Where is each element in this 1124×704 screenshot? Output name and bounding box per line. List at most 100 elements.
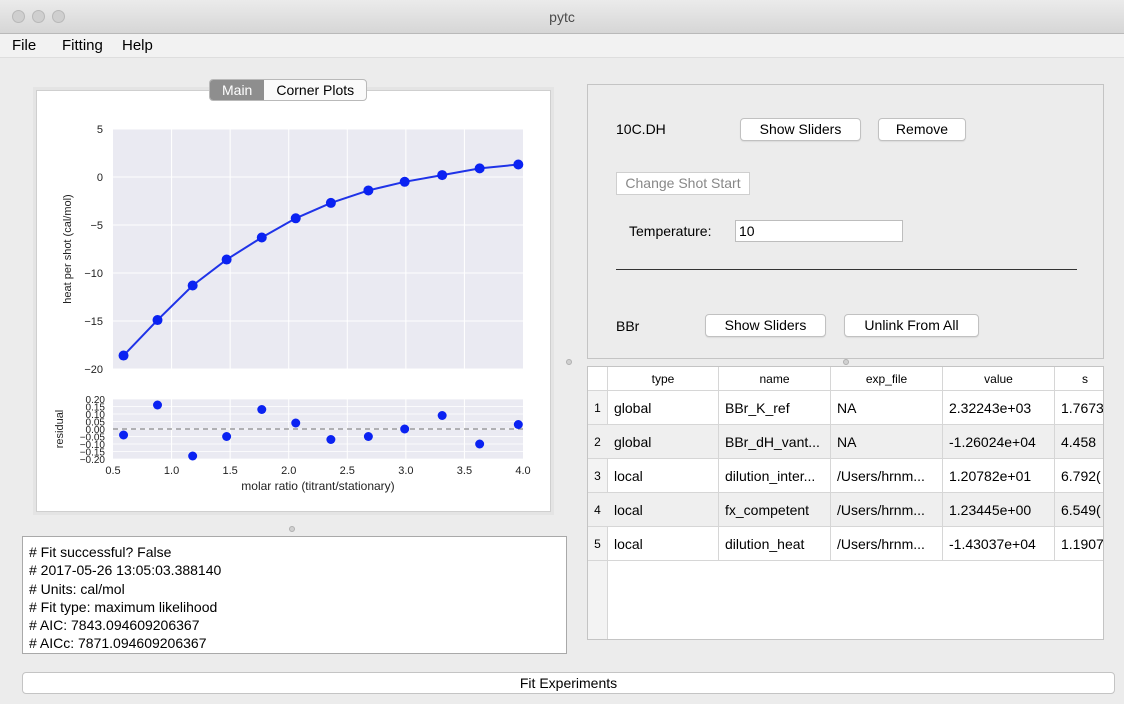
data-point: [513, 159, 524, 170]
remove-button[interactable]: Remove: [878, 118, 966, 141]
table-cell-name[interactable]: dilution_heat: [719, 527, 831, 561]
data-point: [118, 350, 129, 361]
data-point: [221, 254, 232, 265]
table-cell-value[interactable]: -1.26024e+04: [943, 425, 1055, 459]
plot-tabs: Main Corner Plots: [209, 79, 368, 101]
log-line: # Units: cal/mol: [29, 580, 125, 597]
table-cell-s[interactable]: 1.7673: [1055, 391, 1103, 425]
global-show-sliders-button[interactable]: Show Sliders: [705, 314, 826, 337]
table-cell-type[interactable]: local: [608, 459, 719, 493]
x-tick-label: 1.5: [222, 465, 237, 477]
data-point: [256, 232, 267, 243]
main-y-tick-label: 0: [97, 172, 103, 184]
column-header-exp-file[interactable]: exp_file: [831, 367, 943, 391]
table-cell-s[interactable]: 1.1907: [1055, 527, 1103, 561]
fit-experiments-button[interactable]: Fit Experiments: [22, 672, 1115, 694]
x-tick-label: 3.5: [457, 465, 472, 477]
residual-point: [291, 418, 301, 428]
menu-help[interactable]: Help: [122, 37, 153, 54]
table-cell-exp-file[interactable]: NA: [831, 425, 943, 459]
table-cell-exp-file[interactable]: /Users/hrnm...: [831, 527, 943, 561]
tab-main[interactable]: Main: [210, 80, 265, 100]
table-cell-s[interactable]: 4.458: [1055, 425, 1103, 459]
row-number[interactable]: 1: [588, 391, 607, 425]
plot-panel: 5 0 −5 −10 −15 −20 heat per shot (cal/mol) 0.20…: [36, 90, 551, 512]
row-number[interactable]: 5: [588, 527, 607, 561]
column-header-s[interactable]: s: [1055, 367, 1103, 391]
row-number[interactable]: 4: [588, 493, 607, 527]
change-shot-start-button[interactable]: Change Shot Start: [616, 172, 750, 195]
main-y-tick-label: −10: [84, 268, 103, 280]
table-cell-s[interactable]: 6.792(: [1055, 459, 1103, 493]
residual-point: [257, 405, 267, 414]
table-row[interactable]: 5 local dilution_heat/Users/hrnm... -1.4303…: [588, 527, 1103, 561]
window-title: pytc: [549, 9, 575, 25]
residual-point: [475, 439, 485, 449]
main-y-tick-label: −20: [84, 364, 103, 376]
table-cell-exp-file[interactable]: NA: [831, 391, 943, 425]
experiment-name: 10C.DH: [616, 121, 666, 137]
table-cell-name[interactable]: BBr_K_ref: [719, 391, 831, 425]
title-bar: pytc: [0, 0, 1124, 34]
table-cell-name[interactable]: BBr_dH_vant...: [719, 425, 831, 459]
table-cell-value[interactable]: 1.20782e+01: [943, 459, 1055, 493]
table-cell-value[interactable]: 1.23445e+00: [943, 493, 1055, 527]
tab-corner-plots[interactable]: Corner Plots: [264, 80, 366, 100]
log-line: # AIC: 7843.094609206367: [29, 617, 200, 634]
residual-point: [363, 432, 373, 441]
data-point: [325, 197, 336, 208]
table-row[interactable]: 3 local dilution_inter.../Users/hrnm... 1.2…: [588, 459, 1103, 493]
residual-point: [400, 424, 410, 434]
data-point: [363, 185, 374, 196]
x-tick-label: 0.5: [105, 465, 120, 477]
main-y-tick-label: −5: [90, 220, 103, 232]
residual-point: [437, 411, 447, 420]
x-tick-label: 3.0: [398, 465, 413, 477]
show-sliders-button[interactable]: Show Sliders: [740, 118, 861, 141]
row-number[interactable]: 2: [588, 425, 607, 459]
column-header-type[interactable]: type: [608, 367, 719, 391]
table-header: type name exp_file value s: [588, 367, 1103, 391]
column-header-name[interactable]: name: [719, 367, 831, 391]
menu-fitting[interactable]: Fitting: [62, 37, 103, 54]
log-line: # AICc: 7871.094609206367: [29, 635, 207, 652]
table-cell-name[interactable]: dilution_inter...: [719, 459, 831, 493]
main-y-axis-label: heat per shot (cal/mol): [62, 194, 74, 303]
corner-header: [588, 367, 608, 391]
residual-point: [222, 432, 232, 441]
table-cell-value[interactable]: -1.43037e+04: [943, 527, 1055, 561]
table-cell-type[interactable]: local: [608, 527, 719, 561]
fit-log-output[interactable]: # Fit successful? False # 2017-05-26 13:…: [22, 536, 567, 654]
data-point: [290, 213, 301, 224]
x-axis-label: molar ratio (titrant/stationary): [241, 479, 394, 493]
splitter-handle-middle[interactable]: [566, 359, 572, 365]
residual-point: [513, 420, 523, 429]
column-header-value[interactable]: value: [943, 367, 1055, 391]
row-number[interactable]: 3: [588, 459, 607, 493]
table-row[interactable]: 2 global BBr_dH_vant... NA -1.26024e+04 4.458: [588, 425, 1103, 459]
table-cell-value[interactable]: 2.32243e+03: [943, 391, 1055, 425]
table-cell-exp-file[interactable]: /Users/hrnm...: [831, 459, 943, 493]
data-point: [187, 280, 198, 291]
table-cell-name[interactable]: fx_competent: [719, 493, 831, 527]
log-line: # Fit type: maximum likelihood: [29, 598, 218, 615]
unlink-from-all-button[interactable]: Unlink From All: [844, 314, 979, 337]
menu-file[interactable]: File: [12, 37, 36, 54]
residual-point: [153, 400, 163, 410]
table-cell-type[interactable]: global: [608, 425, 719, 459]
table-row[interactable]: 1 global BBr_K_ref NA 2.32243e+03 1.7673: [588, 391, 1103, 425]
data-point: [152, 315, 163, 326]
residual-y-axis-label: residual: [54, 410, 66, 449]
table-row[interactable]: 4 local fx_competent/Users/hrnm... 1.23445e…: [588, 493, 1103, 527]
splitter-handle-right[interactable]: [843, 359, 849, 365]
table-cell-type[interactable]: local: [608, 493, 719, 527]
parameter-table: type name exp_file value s 1 global BBr_K_…: [587, 366, 1104, 640]
data-point: [437, 170, 448, 181]
table-cell-exp-file[interactable]: /Users/hrnm...: [831, 493, 943, 527]
table-cell-type[interactable]: global: [608, 391, 719, 425]
residual-point: [119, 430, 129, 440]
table-cell-s[interactable]: 6.549(: [1055, 493, 1103, 527]
menu-bar: File Fitting Help: [0, 34, 1124, 58]
temperature-input[interactable]: [735, 220, 903, 242]
splitter-handle-left[interactable]: [289, 526, 295, 532]
